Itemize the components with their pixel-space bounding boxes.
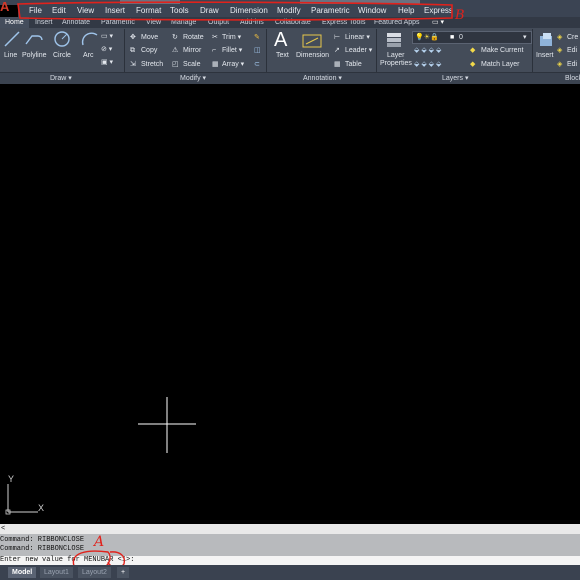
annotation-label-a: A — [94, 534, 105, 550]
annotation-label-b: B — [455, 8, 465, 23]
add-layout-button[interactable]: + — [117, 567, 130, 578]
tab-layout2[interactable]: Layout2 — [78, 567, 111, 578]
layout-tab-bar: Model Layout1 Layout2 + — [0, 565, 580, 580]
tab-layout1[interactable]: Layout1 — [40, 567, 73, 578]
tab-model[interactable]: Model — [8, 567, 37, 578]
red-annotation-overlay — [17, 1, 453, 569]
